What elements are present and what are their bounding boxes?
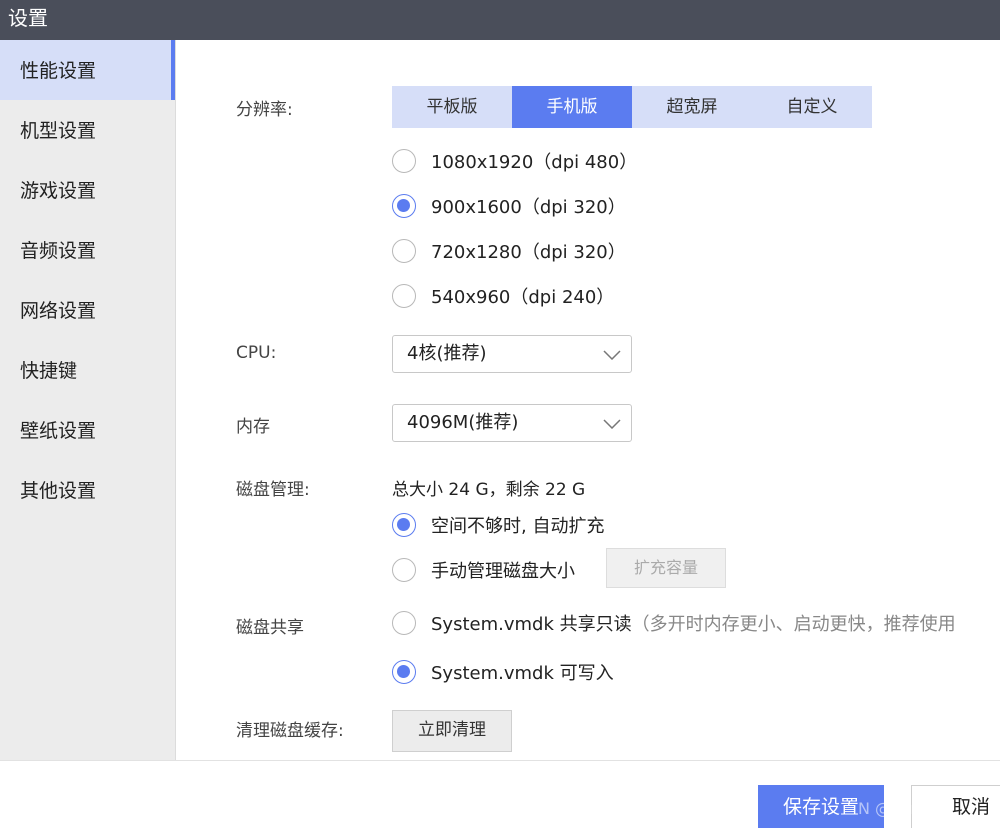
sidebar-item-other[interactable]: 其他设置 bbox=[0, 460, 175, 520]
expand-capacity-button[interactable]: 扩充容量 bbox=[606, 548, 726, 588]
disk-label: 磁盘管理: bbox=[236, 480, 310, 500]
window-title: 设置 bbox=[0, 0, 1000, 40]
disk-option-label: 空间不够时, 自动扩充 bbox=[431, 516, 605, 537]
resolution-option-label: 720x1280（dpi 320） bbox=[431, 242, 626, 263]
resolution-option-1080[interactable]: 1080x1920（dpi 480） bbox=[392, 146, 637, 176]
radio-button[interactable] bbox=[392, 611, 416, 635]
sidebar-item-network[interactable]: 网络设置 bbox=[0, 280, 175, 340]
disk-option-manual[interactable]: 手动管理磁盘大小 bbox=[392, 555, 575, 585]
resolution-option-900[interactable]: 900x1600（dpi 320） bbox=[392, 191, 626, 221]
sidebar: 性能设置 机型设置 游戏设置 音频设置 网络设置 快捷键 壁纸设置 其他设置 bbox=[0, 40, 176, 760]
sidebar-item-shortcuts[interactable]: 快捷键 bbox=[0, 340, 175, 400]
tab-ultrawide[interactable]: 超宽屏 bbox=[632, 86, 752, 128]
cancel-button[interactable]: 取消 bbox=[911, 785, 1000, 828]
disk-share-option-hint: （多开时内存更小、启动更快，推荐使用 bbox=[631, 614, 956, 635]
sidebar-item-game[interactable]: 游戏设置 bbox=[0, 160, 175, 220]
radio-button-selected[interactable] bbox=[392, 513, 416, 537]
memory-label: 内存 bbox=[236, 417, 270, 437]
radio-button[interactable] bbox=[392, 239, 416, 263]
memory-select[interactable]: 4096M(推荐) bbox=[392, 404, 632, 442]
settings-panel: 分辨率: 平板版 手机版 超宽屏 自定义 1080x1920（dpi 480） … bbox=[176, 40, 1000, 760]
clear-now-button[interactable]: 立即清理 bbox=[392, 710, 512, 752]
disk-summary: 总大小 24 G，剩余 22 G bbox=[392, 480, 586, 500]
tab-tablet[interactable]: 平板版 bbox=[392, 86, 512, 128]
disk-option-label: 手动管理磁盘大小 bbox=[431, 561, 575, 582]
disk-share-option-readonly[interactable]: System.vmdk 共享只读 （多开时内存更小、启动更快，推荐使用 bbox=[392, 608, 956, 638]
radio-button[interactable] bbox=[392, 284, 416, 308]
radio-button[interactable] bbox=[392, 149, 416, 173]
sidebar-item-device-model[interactable]: 机型设置 bbox=[0, 100, 175, 160]
resolution-option-label: 540x960（dpi 240） bbox=[431, 287, 615, 308]
resolution-option-label: 900x1600（dpi 320） bbox=[431, 197, 626, 218]
resolution-option-label: 1080x1920（dpi 480） bbox=[431, 152, 638, 173]
disk-share-option-label: System.vmdk 可写入 bbox=[431, 663, 614, 684]
radio-button-selected[interactable] bbox=[392, 660, 416, 684]
tab-phone[interactable]: 手机版 bbox=[512, 86, 632, 128]
disk-share-option-writable[interactable]: System.vmdk 可写入 bbox=[392, 657, 614, 687]
cpu-label: CPU: bbox=[236, 343, 277, 363]
cpu-select[interactable]: 4核(推荐) bbox=[392, 335, 632, 373]
resolution-label: 分辨率: bbox=[236, 100, 293, 120]
footer: 保存设置 取消 N @yangxi bbox=[0, 760, 1000, 828]
disk-share-label: 磁盘共享 bbox=[236, 618, 304, 638]
sidebar-item-audio[interactable]: 音频设置 bbox=[0, 220, 175, 280]
radio-button[interactable] bbox=[392, 558, 416, 582]
tab-custom[interactable]: 自定义 bbox=[752, 86, 872, 128]
resolution-option-720[interactable]: 720x1280（dpi 320） bbox=[392, 236, 626, 266]
disk-option-auto-expand[interactable]: 空间不够时, 自动扩充 bbox=[392, 510, 604, 540]
cpu-select-value: 4核(推荐) bbox=[407, 343, 487, 364]
clear-cache-label: 清理磁盘缓存: bbox=[236, 721, 344, 741]
sidebar-item-performance[interactable]: 性能设置 bbox=[0, 40, 175, 100]
chevron-down-icon bbox=[603, 350, 621, 360]
disk-share-option-label: System.vmdk 共享只读 bbox=[431, 614, 632, 635]
radio-button-selected[interactable] bbox=[392, 194, 416, 218]
save-settings-button[interactable]: 保存设置 bbox=[758, 785, 884, 828]
resolution-mode-tabs: 平板版 手机版 超宽屏 自定义 bbox=[392, 86, 872, 128]
chevron-down-icon bbox=[603, 419, 621, 429]
resolution-option-540[interactable]: 540x960（dpi 240） bbox=[392, 281, 614, 311]
sidebar-item-wallpaper[interactable]: 壁纸设置 bbox=[0, 400, 175, 460]
memory-select-value: 4096M(推荐) bbox=[407, 412, 519, 433]
